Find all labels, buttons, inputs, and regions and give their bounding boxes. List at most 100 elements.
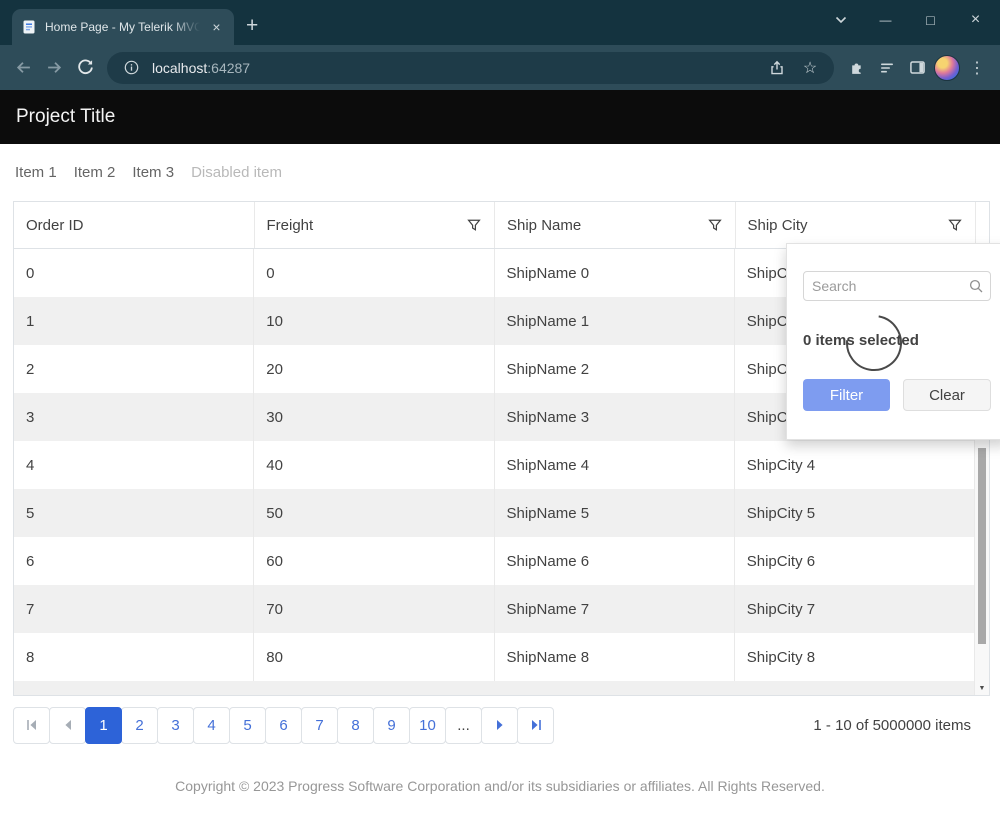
pager-page-10[interactable]: 10 [409, 707, 446, 744]
browser-toolbar: localhost:64287 ☆ ⋮ [0, 45, 1000, 90]
pager-next-button[interactable] [481, 707, 518, 744]
pinned-extension-icon[interactable] [872, 53, 902, 83]
tab-search-button[interactable] [818, 0, 863, 40]
browser-tab[interactable]: Home Page - My Telerik MVC App × [12, 9, 234, 45]
filter-button-ship-city[interactable] [943, 213, 967, 237]
share-button[interactable] [765, 56, 789, 80]
filter-popup: 0 items selected Filter Clear [786, 243, 1000, 440]
cell-order-id: 2 [14, 345, 253, 393]
minimize-button[interactable]: — [863, 0, 908, 40]
column-header-ship-city[interactable]: Ship City [735, 202, 976, 248]
extensions-button[interactable] [842, 53, 872, 83]
column-header-order-id[interactable]: Order ID [14, 202, 254, 248]
pager-info: 1 - 10 of 5000000 items [813, 717, 987, 734]
column-header-freight[interactable]: Freight [254, 202, 495, 248]
pager-page-6[interactable]: 6 [265, 707, 302, 744]
window-close-button[interactable]: × [953, 0, 998, 40]
search-input[interactable] [803, 271, 991, 301]
table-row[interactable]: 6 60 ShipName 6 ShipCity 6 [14, 537, 974, 585]
cell-ship-name: ShipName 6 [494, 537, 734, 585]
filter-clear-button[interactable]: Clear [903, 379, 991, 411]
cell-ship-name: ShipName 7 [494, 585, 734, 633]
cell-freight: 10 [253, 297, 493, 345]
address-bar[interactable]: localhost:64287 ☆ [107, 52, 834, 84]
table-row[interactable]: 5 50 ShipName 5 ShipCity 5 [14, 489, 974, 537]
table-row-partial[interactable] [14, 681, 974, 695]
filter-button-freight[interactable] [462, 213, 486, 237]
pager-page-3[interactable]: 3 [157, 707, 194, 744]
scrollbar-thumb[interactable] [978, 448, 986, 644]
cell-ship-name: ShipName 1 [494, 297, 734, 345]
column-title: Ship Name [507, 217, 703, 234]
side-panel-button[interactable] [902, 53, 932, 83]
cell-freight: 20 [253, 345, 493, 393]
pager-ellipsis[interactable]: ... [445, 707, 482, 744]
cell-ship-city: ShipCity 7 [734, 585, 974, 633]
next-page-icon [493, 718, 507, 732]
pager-page-1[interactable]: 1 [85, 707, 122, 744]
cell-ship-name: ShipName 0 [494, 249, 734, 297]
pager-page-4[interactable]: 4 [193, 707, 230, 744]
pager-page-5[interactable]: 5 [229, 707, 266, 744]
page-title: Project Title [16, 106, 115, 128]
new-tab-button[interactable]: + [246, 16, 258, 36]
filter-funnel-icon [948, 218, 962, 232]
extensions-puzzle-icon [849, 59, 866, 76]
column-title: Ship City [748, 217, 944, 234]
column-title: Freight [267, 217, 463, 234]
cell-ship-name: ShipName 2 [494, 345, 734, 393]
browser-menu-button[interactable]: ⋮ [962, 53, 992, 83]
forward-arrow-icon [46, 59, 63, 76]
reload-button[interactable] [70, 52, 101, 83]
cell-ship-name: ShipName 5 [494, 489, 734, 537]
cell-order-id: 0 [14, 249, 253, 297]
profile-avatar[interactable] [932, 53, 962, 83]
scroll-down-icon[interactable]: ▼ [975, 681, 989, 695]
table-row[interactable]: 8 80 ShipName 8 ShipCity 8 [14, 633, 974, 681]
table-row[interactable]: 7 70 ShipName 7 ShipCity 7 [14, 585, 974, 633]
pager-last-button[interactable] [517, 707, 554, 744]
forward-button[interactable] [39, 52, 70, 83]
items-selected-text: 0 items selected [803, 332, 991, 349]
bookmark-button[interactable]: ☆ [798, 56, 822, 80]
menu-item-2[interactable]: Item 2 [74, 164, 116, 181]
menu-item-disabled: Disabled item [191, 164, 282, 181]
tab-close-icon[interactable]: × [208, 19, 225, 36]
cell-freight: 0 [253, 249, 493, 297]
share-icon [769, 60, 785, 76]
filter-apply-button[interactable]: Filter [803, 379, 890, 411]
pager-prev-button[interactable] [49, 707, 86, 744]
pager-page-7[interactable]: 7 [301, 707, 338, 744]
url-port: :64287 [207, 60, 250, 76]
pager-page-8[interactable]: 8 [337, 707, 374, 744]
cell-order-id: 5 [14, 489, 253, 537]
cell-ship-name: ShipName 4 [494, 441, 734, 489]
cell-order-id: 7 [14, 585, 253, 633]
pager-page-9[interactable]: 9 [373, 707, 410, 744]
cell-order-id: 3 [14, 393, 253, 441]
pager-first-button[interactable] [13, 707, 50, 744]
star-icon: ☆ [803, 58, 817, 78]
menu-item-3[interactable]: Item 3 [132, 164, 174, 181]
cell-ship-city: ShipCity 6 [734, 537, 974, 585]
tab-title: Home Page - My Telerik MVC App [45, 20, 200, 34]
filter-funnel-icon [708, 218, 722, 232]
back-button[interactable] [8, 52, 39, 83]
column-header-ship-name[interactable]: Ship Name [494, 202, 735, 248]
cell-ship-city: ShipCity 5 [734, 489, 974, 537]
menu-item-1[interactable]: Item 1 [15, 164, 57, 181]
column-title: Order ID [26, 217, 246, 234]
cell-freight: 70 [253, 585, 493, 633]
filter-funnel-icon [467, 218, 481, 232]
back-arrow-icon [15, 59, 32, 76]
pager-page-2[interactable]: 2 [121, 707, 158, 744]
cell-freight: 80 [253, 633, 493, 681]
maximize-button[interactable]: □ [908, 0, 953, 40]
cell-freight: 60 [253, 537, 493, 585]
cell-order-id: 6 [14, 537, 253, 585]
cell-ship-name: ShipName 3 [494, 393, 734, 441]
filter-button-ship-name[interactable] [703, 213, 727, 237]
table-row[interactable]: 4 40 ShipName 4 ShipCity 4 [14, 441, 974, 489]
cell-ship-city: ShipCity 8 [734, 633, 974, 681]
site-info-button[interactable] [119, 56, 143, 80]
